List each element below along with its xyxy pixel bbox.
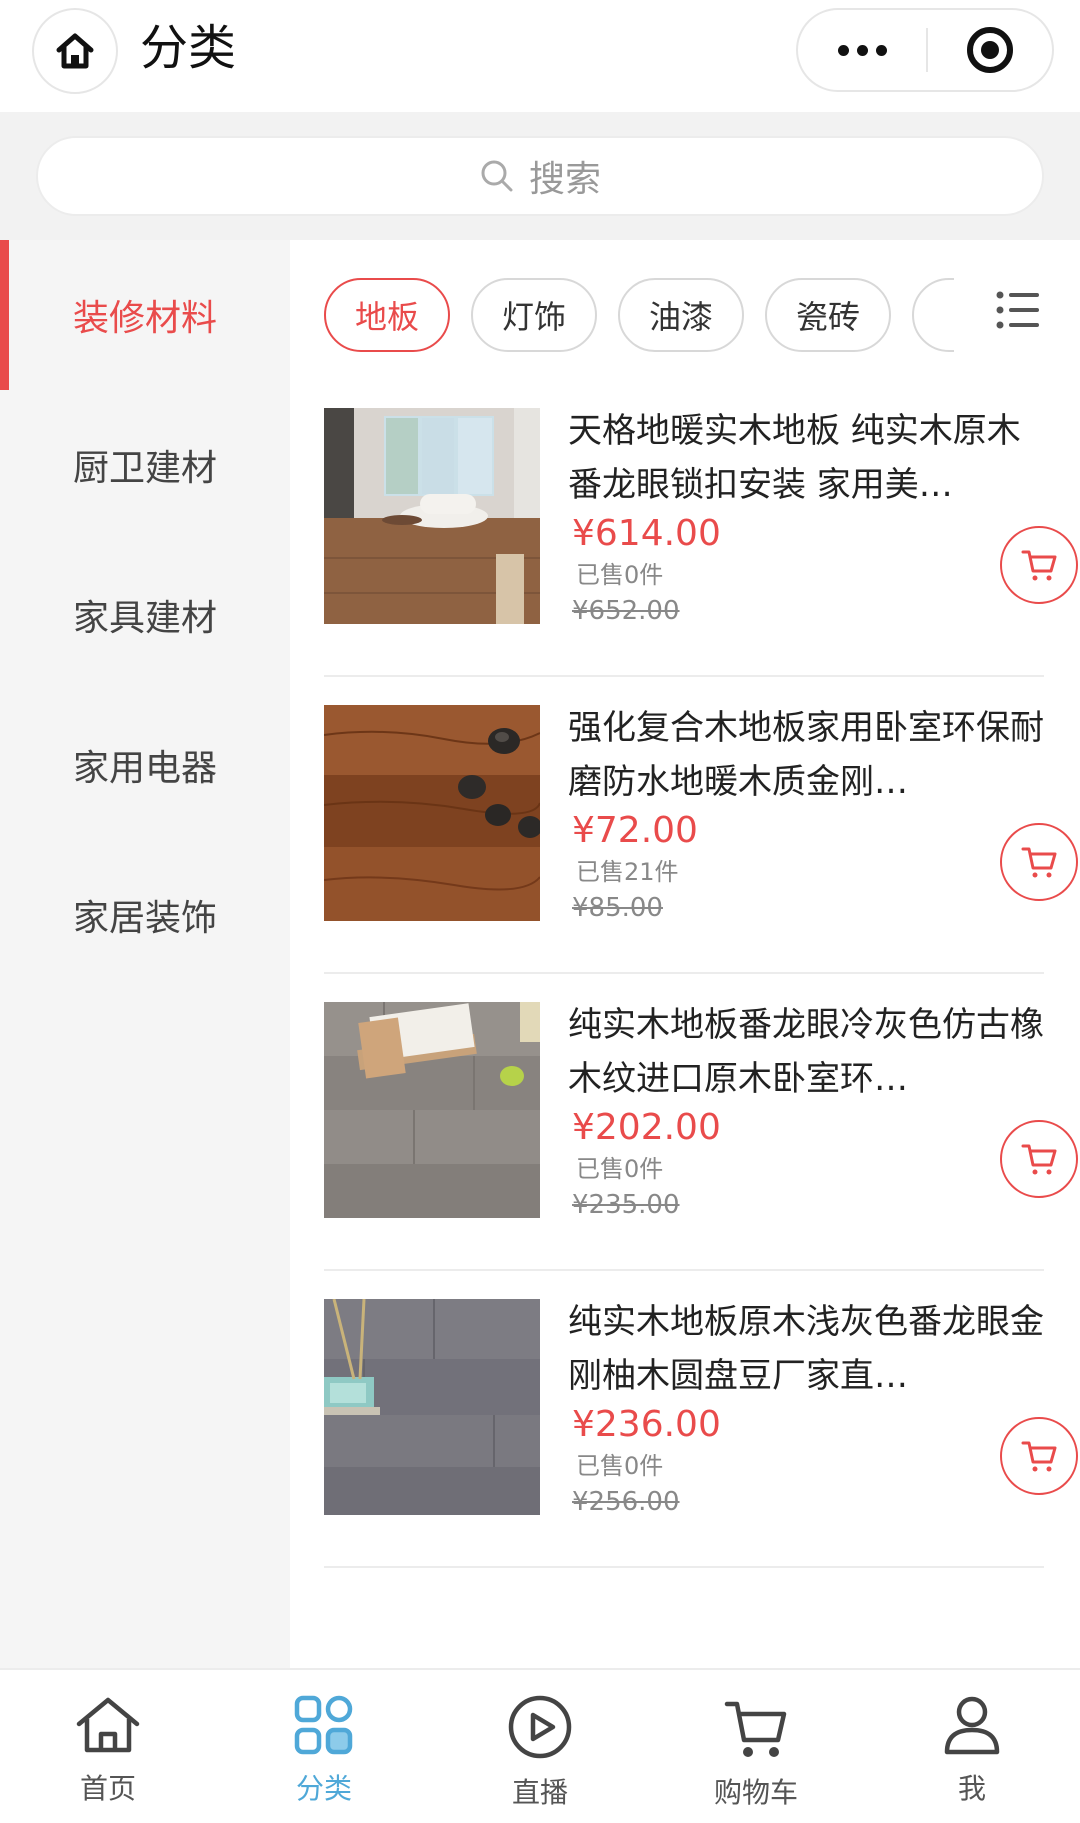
bottom-tab-bar: 首页 分类 直播 购物车 我 — [0, 1668, 1080, 1823]
add-to-cart-button[interactable] — [1000, 1120, 1078, 1198]
sidebar-item-label: 家用电器 — [72, 748, 217, 789]
product-price: ¥202.00 — [572, 1107, 721, 1148]
cart-icon — [1021, 550, 1057, 581]
product-sold-count: 已售0件 — [576, 1452, 664, 1480]
subcategory-tabs: 地板灯饰油漆瓷砖门 — [324, 278, 954, 356]
sidebar-item-label: 家居装饰 — [72, 898, 217, 939]
tab-label: 首页 — [79, 1772, 136, 1805]
product-card[interactable]: 强化复合木地板家用卧室环保耐磨防水地暖木质金刚… ¥72.00 已售21件 ¥8… — [324, 677, 1078, 974]
more-button[interactable] — [798, 10, 926, 90]
tab-me[interactable]: 我 — [864, 1670, 1080, 1823]
sidebar-item-furniture[interactable]: 家具建材 — [0, 540, 290, 690]
cart-icon — [1021, 1144, 1057, 1175]
cart-icon — [1021, 847, 1057, 878]
subtab-lighting[interactable]: 灯饰 — [471, 278, 597, 352]
product-name[interactable]: 天格地暖实木地板 纯实木原木番龙眼锁扣安装 家用美… — [568, 404, 1044, 512]
product-name[interactable]: 强化复合木地板家用卧室环保耐磨防水地暖木质金刚… — [568, 701, 1044, 809]
cart-icon — [1021, 1441, 1057, 1472]
product-original-price: ¥256.00 — [572, 1487, 680, 1517]
add-to-cart-button[interactable] — [1000, 526, 1078, 604]
sidebar-item-decoration-materials[interactable]: 装修材料 — [0, 240, 290, 390]
category-sidebar: 装修材料 厨卫建材 家具建材 家用电器 家居装饰 — [0, 240, 290, 1668]
search-input[interactable]: 搜索 — [36, 136, 1044, 216]
product-sold-count: 已售21件 — [576, 858, 679, 886]
product-original-price: ¥85.00 — [572, 893, 663, 923]
add-to-cart-button[interactable] — [1000, 1417, 1078, 1495]
category-grid-icon — [294, 1695, 353, 1755]
category-page: 分类 搜索 装修材料 厨卫建材 家具建材 家用电器 家居装饰 地板 灯饰 油漆 … — [0, 0, 1080, 1823]
product-image[interactable] — [324, 705, 540, 921]
product-card[interactable]: 天格地暖实木地板 纯实木原木番龙眼锁扣安装 家用美… ¥614.00 已售0件 … — [324, 380, 1078, 677]
product-sold-count: 已售0件 — [576, 561, 664, 589]
sidebar-item-label: 装修材料 — [72, 298, 217, 339]
product-name[interactable]: 纯实木地板番龙眼冷灰色仿古橡木纹进口原木卧室环… — [568, 998, 1044, 1106]
product-image[interactable] — [324, 1299, 540, 1515]
sidebar-item-label: 家具建材 — [72, 598, 217, 639]
product-price: ¥614.00 — [572, 513, 721, 554]
product-card[interactable]: 纯实木地板番龙眼冷灰色仿古橡木纹进口原木卧室环… ¥202.00 已售0件 ¥2… — [324, 974, 1078, 1271]
search-area: 搜索 — [0, 112, 1080, 240]
subtab-floor[interactable]: 地板 — [324, 278, 450, 352]
product-content: 地板灯饰油漆瓷砖门 — [290, 240, 1080, 1668]
subtab-tile[interactable]: 瓷砖 — [765, 278, 891, 352]
list-icon[interactable] — [994, 286, 1042, 334]
record-target-icon — [967, 27, 1013, 73]
product-original-price: ¥235.00 — [572, 1190, 680, 1220]
tab-label: 我 — [957, 1772, 986, 1805]
product-sold-count: 已售0件 — [576, 1155, 664, 1183]
tab-label: 分类 — [295, 1772, 352, 1805]
sidebar-item-appliances[interactable]: 家用电器 — [0, 690, 290, 840]
product-card[interactable]: 纯实木地板原木浅灰色番龙眼金刚柚木圆盘豆厂家直… ¥236.00 已售0件 ¥2… — [324, 1271, 1078, 1568]
mini-program-capsule — [796, 8, 1054, 92]
subtab-paint[interactable]: 油漆 — [618, 278, 744, 352]
product-image[interactable] — [324, 408, 540, 624]
product-image[interactable] — [324, 1002, 540, 1218]
page-title: 分类 — [140, 20, 237, 76]
play-circle-icon — [508, 1695, 572, 1759]
home-button[interactable] — [32, 8, 118, 94]
tab-label: 购物车 — [713, 1776, 798, 1809]
product-price: ¥72.00 — [572, 810, 698, 851]
tab-live[interactable]: 直播 — [432, 1670, 648, 1823]
close-mini-program-button[interactable] — [928, 10, 1052, 90]
search-placeholder: 搜索 — [528, 159, 601, 200]
search-icon — [481, 160, 513, 192]
home-icon — [76, 1697, 140, 1753]
user-icon — [944, 1696, 1000, 1755]
product-name[interactable]: 纯实木地板原木浅灰色番龙眼金刚柚木圆盘豆厂家直… — [568, 1295, 1044, 1403]
add-to-cart-button[interactable] — [1000, 823, 1078, 901]
tab-cart[interactable]: 购物车 — [648, 1670, 864, 1823]
tab-label: 直播 — [511, 1776, 568, 1809]
sidebar-item-kitchen-bath[interactable]: 厨卫建材 — [0, 390, 290, 540]
sidebar-item-label: 厨卫建材 — [72, 448, 217, 489]
tab-home[interactable]: 首页 — [0, 1670, 216, 1823]
more-dots-icon — [837, 44, 849, 56]
top-nav-bar: 分类 — [0, 0, 1080, 112]
sidebar-item-home-decor[interactable]: 家居装饰 — [0, 840, 290, 990]
cart-icon — [724, 1701, 787, 1757]
home-icon — [56, 33, 94, 69]
product-price: ¥236.00 — [572, 1404, 721, 1445]
product-original-price: ¥652.00 — [572, 596, 680, 626]
tab-category[interactable]: 分类 — [216, 1670, 432, 1823]
subtab-door[interactable]: 门 — [912, 278, 954, 352]
